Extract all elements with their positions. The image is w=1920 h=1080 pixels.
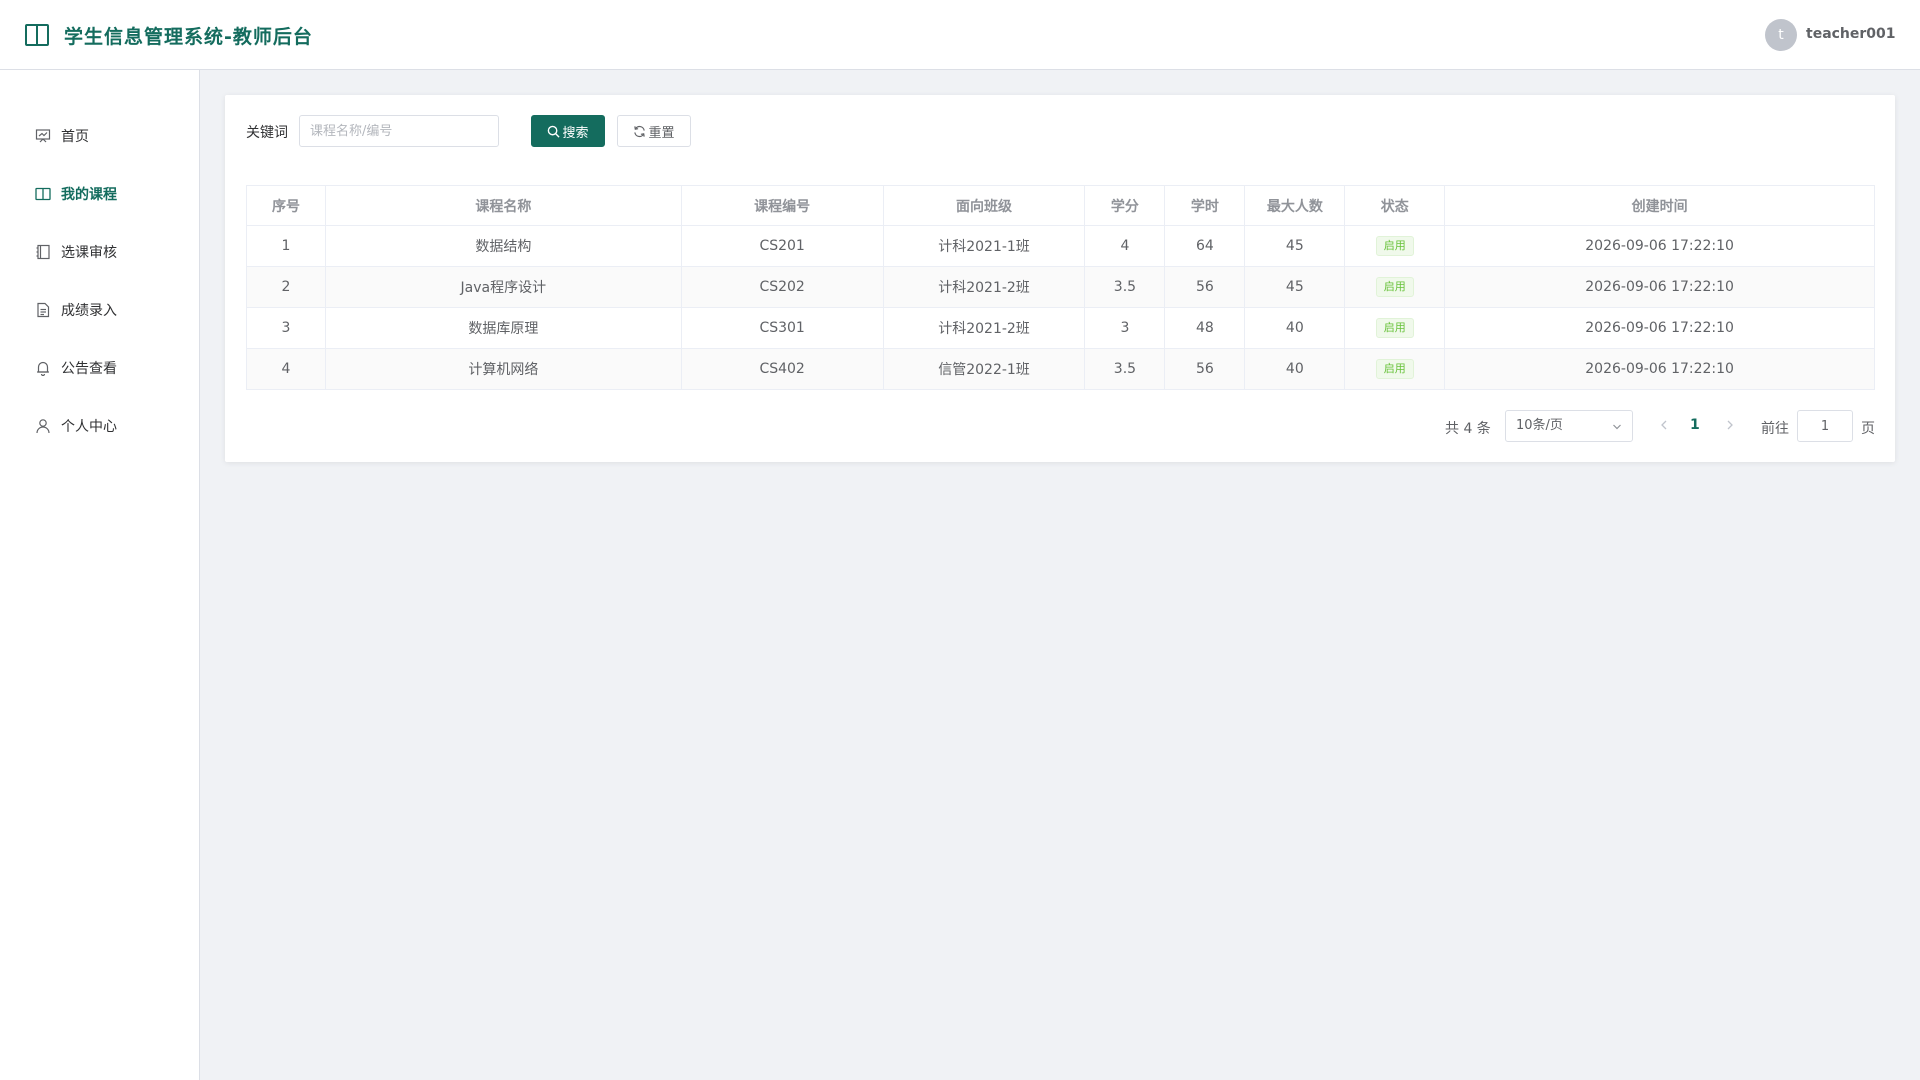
page-size-select[interactable]: 10条/页 bbox=[1505, 410, 1633, 442]
column-header: 学分 bbox=[1084, 185, 1166, 226]
sidebar-item-grade-entry[interactable]: 成绩录入 bbox=[0, 290, 199, 330]
cell-course-code: CS301 bbox=[680, 307, 884, 349]
status-badge: 启用 bbox=[1375, 318, 1414, 338]
cell-credits: 3 bbox=[1084, 307, 1166, 349]
cell-target-class: 计科2021-2班 bbox=[882, 266, 1086, 308]
cell-hours: 56 bbox=[1164, 348, 1246, 390]
cell-course-name: 数据库原理 bbox=[324, 307, 682, 349]
cell-hours: 56 bbox=[1164, 266, 1246, 308]
book-icon bbox=[35, 187, 51, 201]
notebook-icon bbox=[36, 244, 50, 260]
table-header-row: 序号 课程名称 课程编号 面向班级 学分 学时 最大人数 状态 创建时间 bbox=[246, 185, 1875, 226]
sidebar-item-announcements[interactable]: 公告查看 bbox=[0, 348, 199, 388]
cell-credits: 3.5 bbox=[1084, 348, 1166, 390]
cell-max-students: 45 bbox=[1244, 266, 1346, 308]
cell-max-students: 40 bbox=[1244, 348, 1346, 390]
app-title: 学生信息管理系统-教师后台 bbox=[64, 26, 313, 48]
username[interactable]: teacher001 bbox=[1806, 26, 1896, 42]
cell-max-students: 45 bbox=[1244, 225, 1346, 267]
column-header: 最大人数 bbox=[1244, 185, 1346, 226]
table-row[interactable]: 3 数据库原理 CS301 计科2021-2班 3 48 40 启用 2026-… bbox=[246, 307, 1875, 349]
book-logo-icon bbox=[25, 24, 49, 46]
cell-index: 2 bbox=[246, 266, 326, 308]
cell-created-time: 2026-09-06 17:22:10 bbox=[1444, 307, 1875, 349]
cell-status: 启用 bbox=[1344, 307, 1446, 349]
table-row[interactable]: 4 计算机网络 CS402 信管2022-1班 3.5 56 40 启用 202… bbox=[246, 348, 1875, 390]
search-button[interactable]: 搜索 bbox=[531, 115, 605, 147]
status-badge: 启用 bbox=[1375, 236, 1414, 256]
page-size-value: 10条/页 bbox=[1516, 418, 1563, 433]
cell-target-class: 计科2021-1班 bbox=[882, 225, 1086, 267]
course-list-card: 关键词 搜索 重置 序号 课程名称 课程编号 面向班级 学分 学时 最大人数 bbox=[225, 95, 1895, 462]
sidebar-item-label: 首页 bbox=[61, 129, 89, 145]
goto-page-input[interactable] bbox=[1797, 410, 1853, 442]
refresh-icon bbox=[634, 125, 646, 137]
search-icon bbox=[548, 125, 561, 138]
bell-icon bbox=[37, 361, 49, 376]
reset-button-label: 重置 bbox=[648, 125, 675, 141]
dashboard-icon bbox=[35, 129, 51, 143]
keyword-label: 关键词 bbox=[246, 125, 288, 141]
status-badge: 启用 bbox=[1375, 359, 1414, 379]
sidebar-item-home[interactable]: 首页 bbox=[0, 116, 199, 156]
column-header: 序号 bbox=[246, 185, 326, 226]
page-suffix-label: 页 bbox=[1861, 421, 1875, 437]
keyword-search-input[interactable] bbox=[299, 115, 499, 147]
chevron-down-icon bbox=[1613, 424, 1621, 430]
cell-course-code: CS201 bbox=[680, 225, 884, 267]
sidebar-item-label: 选课审核 bbox=[61, 245, 117, 261]
cell-status: 启用 bbox=[1344, 266, 1446, 308]
sidebar-item-label: 我的课程 bbox=[61, 187, 117, 203]
cell-created-time: 2026-09-06 17:22:10 bbox=[1444, 266, 1875, 308]
next-page-icon[interactable] bbox=[1723, 417, 1737, 433]
sidebar-item-course-review[interactable]: 选课审核 bbox=[0, 232, 199, 272]
table-row[interactable]: 2 Java程序设计 CS202 计科2021-2班 3.5 56 45 启用 … bbox=[246, 266, 1875, 308]
column-header: 状态 bbox=[1344, 185, 1446, 226]
cell-max-students: 40 bbox=[1244, 307, 1346, 349]
cell-course-name: 数据结构 bbox=[324, 225, 682, 267]
cell-target-class: 信管2022-1班 bbox=[882, 348, 1086, 390]
cell-index: 3 bbox=[246, 307, 326, 349]
table-row[interactable]: 1 数据结构 CS201 计科2021-1班 4 64 45 启用 2026-0… bbox=[246, 225, 1875, 267]
sidebar-item-label: 个人中心 bbox=[61, 419, 117, 435]
cell-status: 启用 bbox=[1344, 225, 1446, 267]
search-button-label: 搜索 bbox=[562, 125, 589, 141]
sidebar-item-label: 成绩录入 bbox=[61, 303, 117, 319]
cell-created-time: 2026-09-06 17:22:10 bbox=[1444, 225, 1875, 267]
column-header: 面向班级 bbox=[882, 185, 1086, 226]
cell-created-time: 2026-09-06 17:22:10 bbox=[1444, 348, 1875, 390]
cell-course-name: Java程序设计 bbox=[324, 266, 682, 308]
course-table: 序号 课程名称 课程编号 面向班级 学分 学时 最大人数 状态 创建时间 1 数… bbox=[246, 185, 1875, 390]
column-header: 创建时间 bbox=[1444, 185, 1875, 226]
reset-button[interactable]: 重置 bbox=[617, 115, 691, 147]
top-header: 学生信息管理系统-教师后台 t teacher001 bbox=[0, 0, 1920, 70]
prev-page-icon[interactable] bbox=[1657, 417, 1671, 433]
column-header: 课程名称 bbox=[324, 185, 682, 226]
cell-course-code: CS402 bbox=[680, 348, 884, 390]
column-header: 课程编号 bbox=[680, 185, 884, 226]
cell-index: 4 bbox=[246, 348, 326, 390]
cell-credits: 3.5 bbox=[1084, 266, 1166, 308]
cell-index: 1 bbox=[246, 225, 326, 267]
cell-credits: 4 bbox=[1084, 225, 1166, 267]
sidebar-item-profile[interactable]: 个人中心 bbox=[0, 406, 199, 446]
cell-target-class: 计科2021-2班 bbox=[882, 307, 1086, 349]
cell-status: 启用 bbox=[1344, 348, 1446, 390]
pagination-total: 共 4 条 bbox=[1445, 421, 1491, 437]
sidebar-item-label: 公告查看 bbox=[61, 361, 117, 377]
sidebar: 首页 我的课程 选课审核 成绩录入 公告查看 个人中心 bbox=[0, 70, 200, 1080]
avatar[interactable]: t bbox=[1765, 19, 1797, 51]
column-header: 学时 bbox=[1164, 185, 1246, 226]
cell-course-code: CS202 bbox=[680, 266, 884, 308]
cell-course-name: 计算机网络 bbox=[324, 348, 682, 390]
user-icon bbox=[36, 419, 50, 434]
goto-label: 前往 bbox=[1761, 421, 1789, 437]
cell-hours: 48 bbox=[1164, 307, 1246, 349]
document-icon bbox=[37, 302, 50, 318]
status-badge: 启用 bbox=[1375, 277, 1414, 297]
page-number-current[interactable]: 1 bbox=[1690, 417, 1700, 433]
cell-hours: 64 bbox=[1164, 225, 1246, 267]
sidebar-item-my-courses[interactable]: 我的课程 bbox=[0, 174, 199, 214]
